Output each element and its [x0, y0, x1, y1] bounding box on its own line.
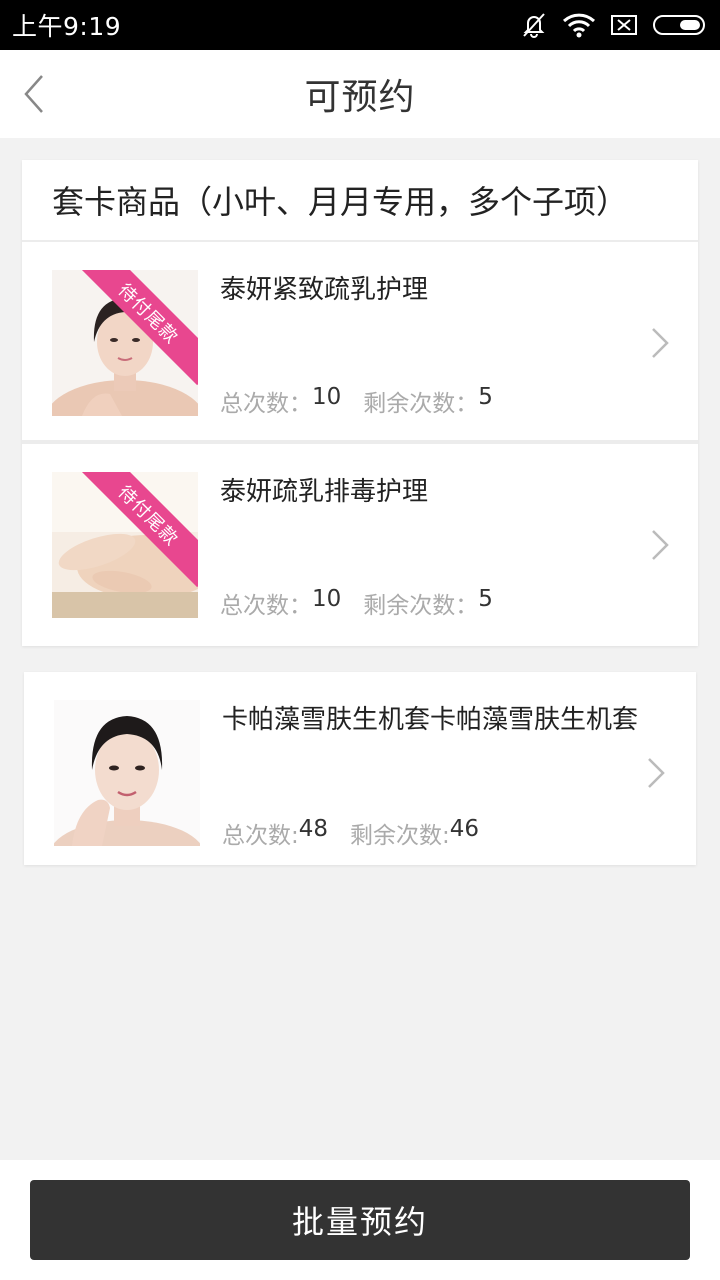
bottom-bar: 批量预约 [0, 1160, 720, 1280]
total-count-value: 10 [312, 586, 342, 612]
back-button[interactable] [14, 70, 54, 118]
batch-booking-button[interactable]: 批量预约 [30, 1180, 690, 1260]
remaining-count-value: 5 [478, 384, 493, 410]
battery-icon [652, 13, 708, 37]
total-count-value: 48 [298, 816, 329, 842]
chevron-right-icon [648, 758, 665, 788]
remaining-count-label: 剩余次数: [350, 823, 450, 849]
total-count-label: 总次数： [220, 593, 312, 619]
item-thumbnail [54, 700, 200, 846]
remaining-count-value: 46 [449, 816, 480, 842]
package-card: 套卡商品（小叶、月月专用，多个子项） 待付尾款 泰妍紧致疏乳护理 总次数： 10 [22, 160, 698, 646]
item-thumbnail: 待付尾款 [52, 270, 198, 416]
list-item[interactable]: 待付尾款 泰妍紧致疏乳护理 总次数： 10 剩余次数： 5 [22, 242, 698, 444]
item-counts: 总次数: 48 剩余次数: 46 [222, 816, 479, 850]
package-title: 套卡商品（小叶、月月专用，多个子项） [22, 160, 698, 242]
total-count-label: 总次数: [222, 823, 299, 849]
remaining-count-value: 5 [478, 586, 493, 612]
list-item[interactable]: 待付尾款 泰妍疏乳排毒护理 总次数： 10 剩余次数： 5 [22, 444, 698, 646]
page-title: 可预约 [304, 77, 416, 118]
item-thumbnail: 待付尾款 [52, 472, 198, 618]
item-name: 卡帕藻雪肤生机套卡帕藻雪肤生机套 [222, 705, 639, 735]
total-count-label: 总次数： [220, 391, 312, 417]
item-name: 泰妍紧致疏乳护理 [220, 275, 429, 305]
status-bar: 上午9:19 [0, 0, 720, 50]
item-counts: 总次数： 10 剩余次数： 5 [220, 586, 493, 620]
chevron-left-icon [24, 75, 43, 113]
item-name: 泰妍疏乳排毒护理 [220, 477, 429, 507]
nav-bar: 可预约 [0, 50, 720, 138]
remaining-count-label: 剩余次数： [363, 593, 479, 619]
chevron-right-icon [652, 328, 669, 358]
remaining-count-label: 剩余次数： [363, 391, 479, 417]
sim-disabled-icon [610, 13, 638, 37]
status-icons [520, 11, 708, 39]
status-time: 上午9:19 [12, 12, 122, 41]
list-item[interactable]: 卡帕藻雪肤生机套卡帕藻雪肤生机套 总次数: 48 剩余次数: 46 [24, 672, 696, 865]
item-counts: 总次数： 10 剩余次数： 5 [220, 384, 493, 418]
wifi-icon [562, 11, 596, 39]
chevron-right-icon [652, 530, 669, 560]
bell-off-icon [520, 11, 548, 39]
total-count-value: 10 [312, 384, 342, 410]
